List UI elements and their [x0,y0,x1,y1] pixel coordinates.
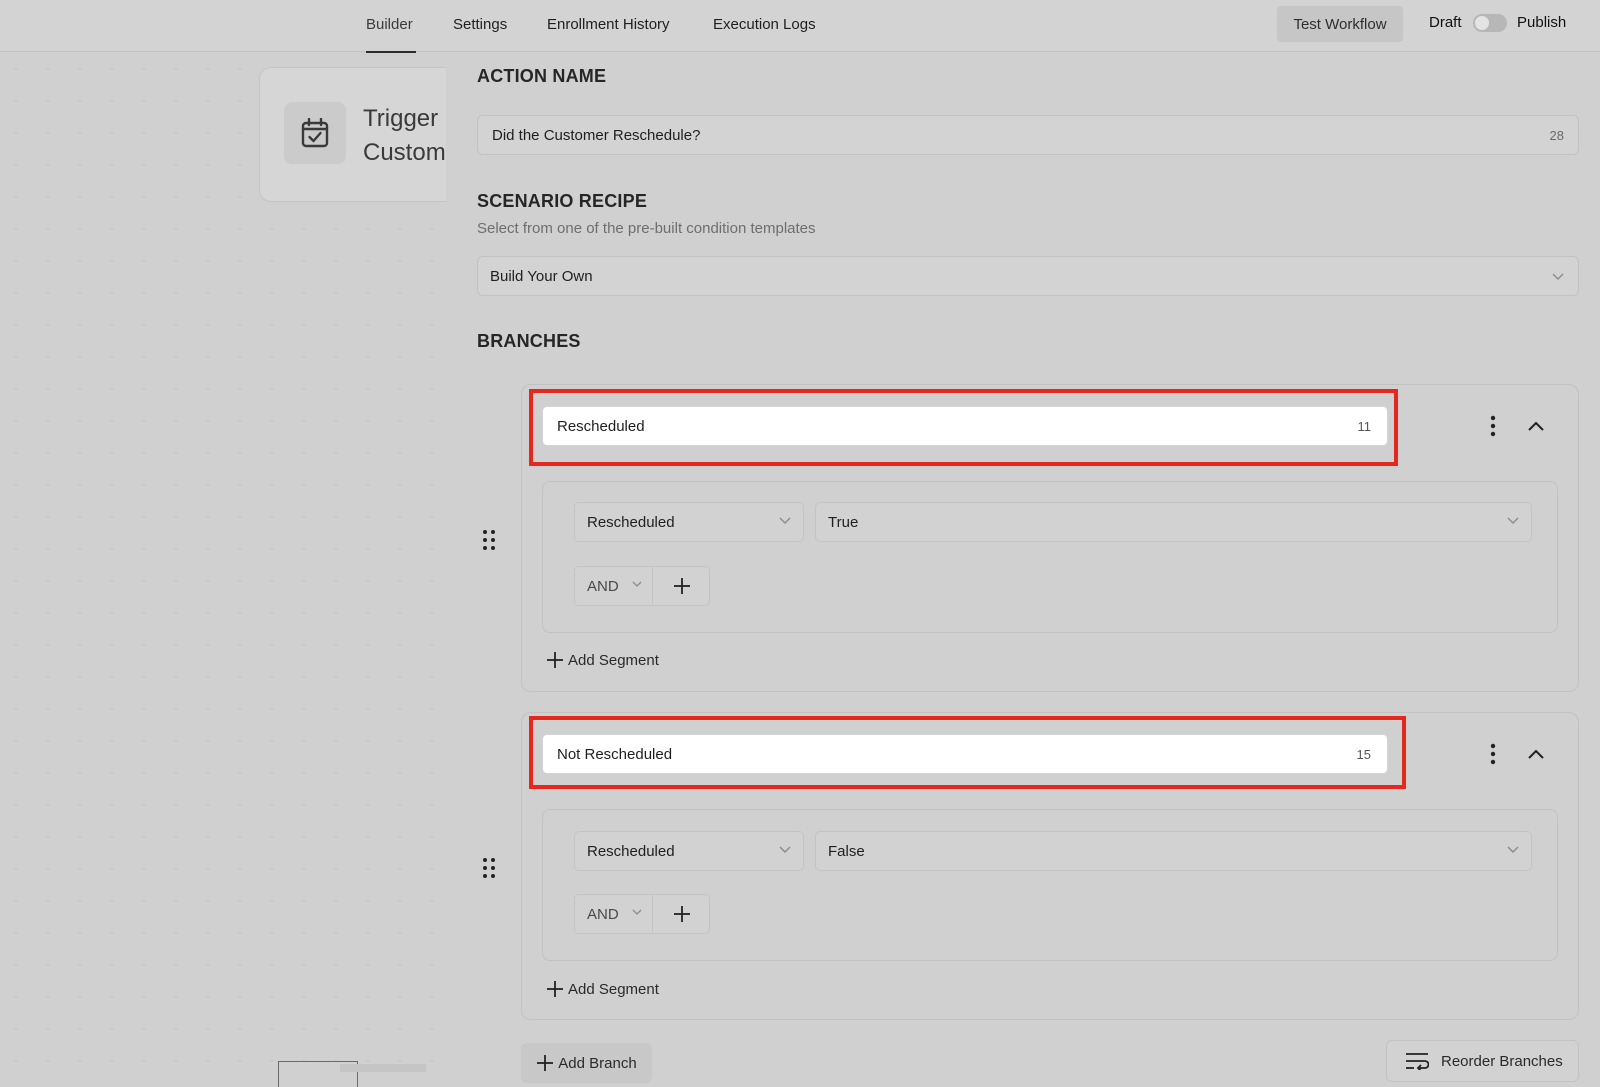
add-condition-button[interactable] [654,567,710,605]
branch-name-input[interactable]: Not Rescheduled 15 [542,734,1388,774]
workflow-canvas[interactable] [0,53,446,1087]
chevron-down-icon [632,581,642,587]
publish-toggle[interactable] [1473,14,1507,32]
add-segment-label: Add Segment [568,980,659,998]
logic-operator-select[interactable]: AND [575,895,653,933]
tab-settings[interactable]: Settings [453,16,507,33]
plus-icon [674,578,690,594]
add-condition-button[interactable] [654,895,710,933]
chevron-up-icon[interactable] [1524,742,1548,766]
add-branch-label: Add Branch [558,1054,637,1072]
add-segment-button[interactable]: Add Segment [546,651,659,669]
scenario-recipe-subtitle: Select from one of the pre-built conditi… [477,220,816,237]
condition-value-select[interactable]: True [815,502,1532,542]
action-name-value: Did the Customer Reschedule? [492,126,701,144]
logic-operator-value: AND [587,577,619,595]
reorder-icon [1406,1053,1429,1070]
condition-value: True [828,513,859,531]
tab-execution-logs[interactable]: Execution Logs [713,16,816,33]
logic-operator-select[interactable]: AND [575,567,653,605]
add-branch-button[interactable]: Add Branch [521,1043,652,1083]
add-segment-label: Add Segment [568,651,659,669]
calendar-check-icon [284,102,346,164]
reorder-branches-button[interactable]: Reorder Branches [1386,1040,1579,1082]
logic-operator-group: AND [574,566,710,606]
plus-icon [674,906,690,922]
branch-name-char-count: 15 [1356,746,1371,762]
condition-value: False [828,842,865,860]
tab-builder[interactable]: Builder [366,16,413,33]
chevron-down-icon [779,846,791,853]
condition-field-select[interactable]: Rescheduled [574,502,804,542]
plus-icon [547,652,563,668]
chevron-down-icon [1552,273,1564,280]
toggle-knob [1475,16,1489,30]
more-options-icon[interactable] [1481,742,1505,766]
drag-handle-icon[interactable] [481,529,497,551]
tab-enrollment-history[interactable]: Enrollment History [547,16,670,33]
scenario-recipe-heading: SCENARIO RECIPE [477,191,648,211]
drag-handle-icon[interactable] [481,857,497,879]
branch-name-char-count: 11 [1357,418,1372,434]
chevron-down-icon [1507,846,1519,853]
test-workflow-button[interactable]: Test Workflow [1277,6,1403,42]
canvas-minimap[interactable] [276,1058,430,1087]
branch-name-value: Rescheduled [557,417,645,435]
logic-operator-group: AND [574,894,710,934]
trigger-title-line2: Custom [363,139,446,166]
condition-field-value: Rescheduled [587,842,675,860]
condition-field-select[interactable]: Rescheduled [574,831,804,871]
reorder-branches-label: Reorder Branches [1441,1052,1563,1070]
trigger-title-line1: Trigger [363,105,439,132]
minimap-node [340,1064,426,1072]
draft-label: Draft [1429,14,1462,31]
scenario-recipe-select[interactable]: Build Your Own [477,256,1579,296]
chevron-up-icon[interactable] [1524,414,1548,438]
add-segment-button[interactable]: Add Segment [546,980,659,998]
chevron-down-icon [779,517,791,524]
top-nav-bar: Builder Settings Enrollment History Exec… [0,0,1600,53]
action-name-char-count: 28 [1549,128,1564,143]
condition-value-select[interactable]: False [815,831,1532,871]
more-options-icon[interactable] [1481,414,1505,438]
logic-operator-value: AND [587,905,619,923]
trigger-node-card[interactable]: Trigger Custom [259,67,459,202]
branch-name-value: Not Rescheduled [557,745,673,763]
branches-heading: BRANCHES [477,331,581,351]
chevron-down-icon [1507,517,1519,524]
action-name-input[interactable]: Did the Customer Reschedule? 28 [477,115,1579,155]
scenario-recipe-value: Build Your Own [490,267,593,285]
branch-name-input[interactable]: Rescheduled 11 [542,406,1388,446]
action-name-heading: ACTION NAME [477,66,607,86]
publish-label: Publish [1517,14,1567,31]
chevron-down-icon [632,909,642,915]
condition-field-value: Rescheduled [587,513,675,531]
plus-icon [537,1055,554,1071]
trigger-title: Trigger Custom [363,102,446,170]
plus-icon [547,981,563,997]
